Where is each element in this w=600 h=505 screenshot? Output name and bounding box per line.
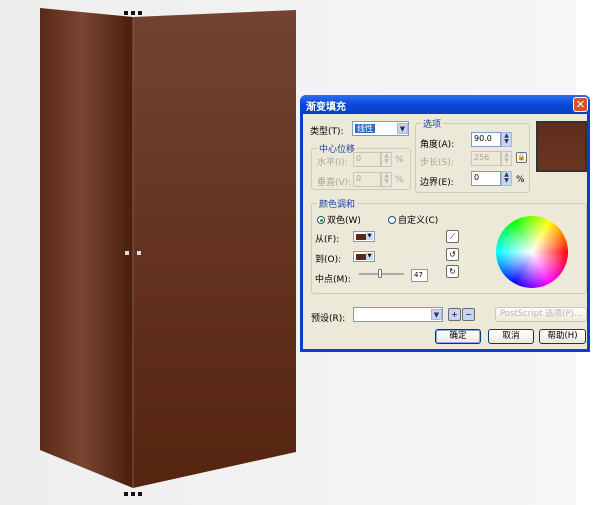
counterclockwise-blend-icon[interactable]: ↺ xyxy=(446,248,459,261)
to-label: 到(O): xyxy=(315,255,342,265)
direct-blend-icon[interactable]: ⟋ xyxy=(446,230,459,243)
dialog-titlebar: 渐变填充 ✕ xyxy=(300,95,590,114)
unit-label: % xyxy=(395,175,404,185)
horizontal-spinner[interactable]: ▲ ▼ xyxy=(381,152,392,167)
vertical-label: 垂直(V): xyxy=(317,178,352,188)
gradient-preview xyxy=(536,121,587,172)
selection-handle[interactable] xyxy=(131,11,135,15)
selection-handle[interactable] xyxy=(138,492,142,496)
selection-handle[interactable] xyxy=(131,492,135,496)
gradient-fill-dialog: 渐变填充 ✕ 类型(T): 线性 ▼ 中心位移 水平(I): 0 ▲ ▼ % 垂直(… xyxy=(300,95,590,352)
from-color-picker[interactable]: ▼ xyxy=(353,231,375,242)
chevron-down-icon: ▼ xyxy=(397,123,408,134)
selection-handle[interactable] xyxy=(125,251,129,255)
angle-spinner[interactable]: ▲ ▼ xyxy=(501,132,512,147)
midpoint-label: 中点(M): xyxy=(315,275,351,285)
add-preset-button[interactable]: + xyxy=(448,308,461,321)
midpoint-slider[interactable] xyxy=(359,269,404,278)
postscript-options-button[interactable]: PostScript 选项(P)... xyxy=(495,307,587,322)
help-button[interactable]: 帮助(H) xyxy=(539,329,586,344)
lock-icon[interactable]: 🔒 xyxy=(516,152,527,163)
close-button[interactable]: ✕ xyxy=(573,97,588,112)
from-label: 从(F): xyxy=(315,235,340,245)
edge-label: 边界(E): xyxy=(420,178,454,188)
preset-label: 预设(R): xyxy=(311,314,346,324)
left-panel[interactable] xyxy=(40,8,133,488)
to-color-picker[interactable]: ▼ xyxy=(353,251,375,262)
midpoint-input[interactable]: 47 xyxy=(411,269,428,282)
selection-handle[interactable] xyxy=(137,251,141,255)
right-panel[interactable] xyxy=(133,10,296,488)
selection-handle[interactable] xyxy=(124,492,128,496)
edge-input[interactable]: 0 xyxy=(471,171,501,186)
custom-radio[interactable]: 自定义(C) xyxy=(388,213,438,226)
dialog-title: 渐变填充 xyxy=(306,102,346,113)
cancel-button[interactable]: 取消 xyxy=(488,329,534,344)
vertical-spinner[interactable]: ▲ ▼ xyxy=(381,172,392,187)
unit-label: % xyxy=(516,175,525,185)
selection-handle[interactable] xyxy=(138,11,142,15)
unit-label: % xyxy=(395,155,404,165)
edge-spinner[interactable]: ▲ ▼ xyxy=(501,171,512,186)
chevron-down-icon: ▼ xyxy=(431,309,442,320)
vertical-input[interactable]: 0 xyxy=(353,172,381,187)
steps-spinner[interactable]: ▲ ▼ xyxy=(501,151,512,166)
remove-preset-button[interactable]: − xyxy=(462,308,475,321)
steps-input[interactable]: 256 xyxy=(471,151,501,166)
two-color-radio[interactable]: 双色(W) xyxy=(317,213,361,226)
type-select[interactable]: 线性 ▼ xyxy=(352,121,409,136)
color-wheel[interactable] xyxy=(496,216,568,288)
ok-button[interactable]: 确定 xyxy=(435,329,481,344)
angle-input[interactable]: 90.0 xyxy=(471,132,501,147)
steps-label: 步长(S): xyxy=(420,158,454,168)
type-label: 类型(T): xyxy=(310,127,344,137)
selection-handle[interactable] xyxy=(124,11,128,15)
horizontal-input[interactable]: 0 xyxy=(353,152,381,167)
clockwise-blend-icon[interactable]: ↻ xyxy=(446,265,459,278)
horizontal-label: 水平(I): xyxy=(317,158,348,168)
angle-label: 角度(A): xyxy=(420,140,455,150)
preset-select[interactable]: ▼ xyxy=(353,307,443,322)
